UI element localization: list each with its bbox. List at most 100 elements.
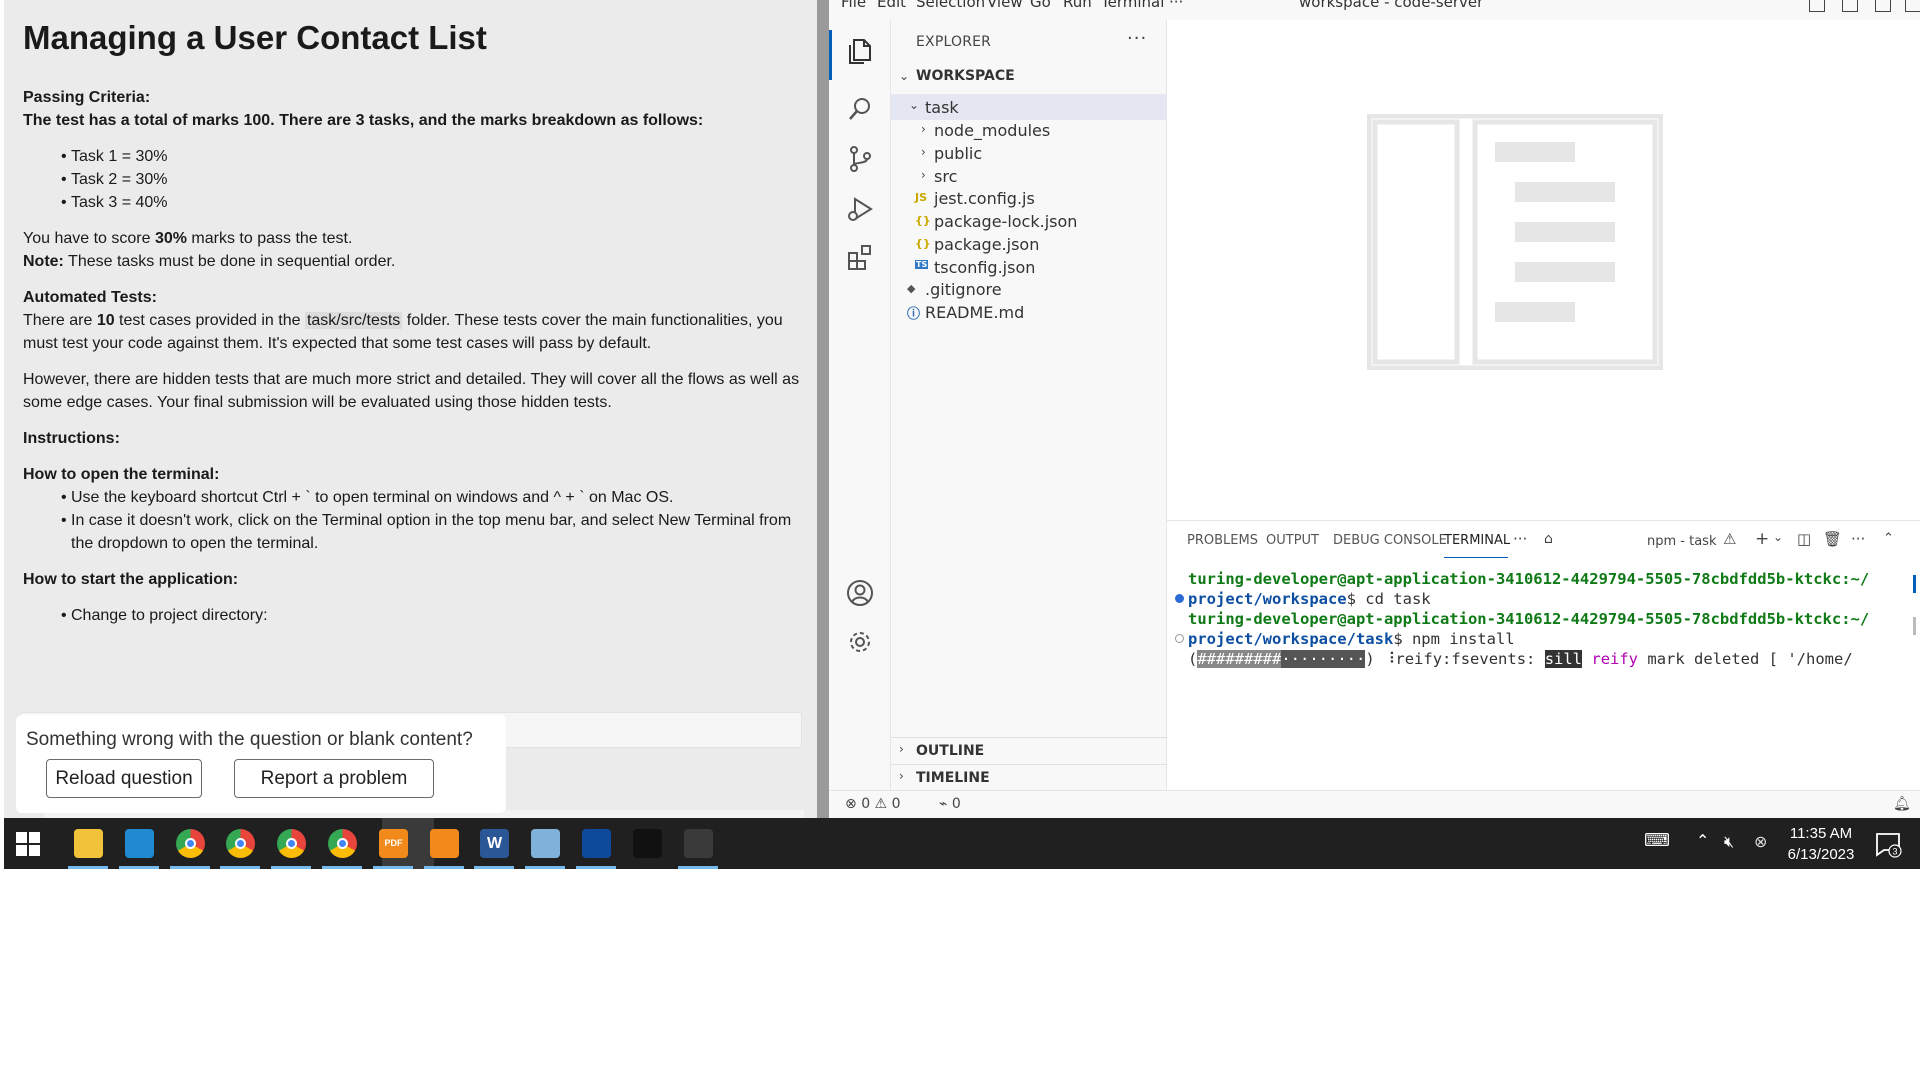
vscode-taskbar-icon[interactable] (115, 818, 163, 869)
menu-go[interactable]: Go (1030, 0, 1051, 11)
new-terminal-icon[interactable]: + (1755, 529, 1769, 549)
maximize-panel-icon[interactable]: ⌃ (1883, 531, 1894, 546)
tree-item-label: jest.config.js (934, 189, 1035, 208)
report-problem-button[interactable]: Report a problem (234, 759, 434, 798)
scroll-marker (1913, 575, 1916, 593)
file-explorer-icon (74, 829, 103, 858)
tree-item-label: node_modules (934, 121, 1051, 140)
activity-bar (829, 20, 891, 790)
chrome-taskbar-icon[interactable] (267, 818, 315, 869)
run-debug-icon[interactable] (845, 194, 875, 224)
tab-terminal[interactable]: TERMINAL (1444, 533, 1510, 548)
tree-item-readme[interactable]: ⓘ README.md (891, 299, 1167, 325)
chrome-taskbar-icon[interactable] (216, 818, 264, 869)
windows-start-icon[interactable] (16, 832, 40, 856)
outline-section-header[interactable]: › OUTLINE (891, 737, 1167, 763)
menu-edit[interactable]: Edit (877, 0, 906, 11)
menu-file[interactable]: File (841, 0, 866, 11)
tree-item-label: README.md (925, 303, 1025, 322)
tab-problems[interactable]: PROBLEMS (1187, 533, 1258, 548)
terminal-line: (#########·········) ⠸reify:fsevents: si… (1188, 650, 1853, 668)
chrome-taskbar-icon[interactable] (166, 818, 214, 869)
workspace-section-header[interactable]: ⌄ WORKSPACE (891, 66, 1167, 88)
pass-score-text: You have to score 30% marks to pass the … (23, 230, 353, 247)
tab-debug-console[interactable]: DEBUG CONSOLE (1333, 533, 1447, 548)
tree-item-label: src (934, 167, 958, 186)
chevron-up-icon[interactable]: ⌃ (1696, 831, 1709, 850)
word-icon: W (480, 829, 509, 858)
calculator-taskbar-icon[interactable] (674, 818, 722, 869)
terminal-taskbar-icon[interactable] (623, 818, 671, 869)
account-icon[interactable] (845, 578, 875, 608)
notification-count: 3 (1892, 847, 1897, 857)
screen: Managing a User Contact List Passing Cri… (4, 0, 1920, 869)
system-clock[interactable]: 11:35 AM 6/13/2023 (1776, 823, 1866, 865)
notepad-icon (531, 829, 560, 858)
problems-status[interactable]: ⊗ 0 ⚠ 0 (845, 796, 900, 812)
list-item: Change to project directory: (61, 604, 803, 627)
more-actions-icon[interactable]: ··· (1513, 530, 1527, 548)
search-tool-taskbar-icon[interactable] (420, 818, 468, 869)
bell-icon[interactable]: 🔔︎ (1893, 796, 1911, 812)
kill-terminal-icon[interactable]: 🗑 (1823, 530, 1842, 548)
menu-terminal[interactable]: Terminal (1101, 0, 1164, 11)
word-taskbar-icon[interactable]: W (470, 818, 518, 869)
chevron-right-icon: › (921, 122, 926, 136)
notepad-taskbar-icon[interactable] (521, 818, 569, 869)
timeline-section-header[interactable]: › TIMELINE (891, 764, 1167, 790)
more-actions-icon[interactable]: ··· (1851, 530, 1865, 548)
file-explorer-taskbar-icon[interactable] (64, 818, 112, 869)
chrome-icon (277, 829, 306, 858)
network-error-icon[interactable]: ⊗ (1754, 832, 1767, 851)
chrome-icon (176, 829, 205, 858)
menu-view[interactable]: View (987, 0, 1023, 11)
list-item: Task 1 = 30% (61, 145, 803, 168)
tree-item-label: task (925, 98, 959, 117)
split-terminal-icon[interactable]: ◫ (1797, 530, 1811, 548)
calculator-icon (684, 829, 713, 858)
extensions-icon[interactable] (845, 242, 875, 272)
volume-muted-icon[interactable]: 🔇︎ (1724, 832, 1734, 852)
settings-gear-icon[interactable] (845, 627, 875, 657)
menu-selection[interactable]: Selection (916, 0, 985, 11)
tree-item-label: package.json (934, 235, 1040, 254)
task-marks-list: Task 1 = 30% Task 2 = 30% Task 3 = 40% (61, 145, 803, 214)
running-indicator (119, 866, 159, 869)
more-actions-icon[interactable]: ··· (1127, 28, 1147, 49)
split-divider[interactable] (817, 0, 829, 818)
search-tool-icon (430, 829, 459, 858)
command-success-icon (1175, 594, 1184, 603)
terminal-output[interactable]: turing-developer@apt-application-3410612… (1167, 569, 1920, 769)
editor-area[interactable] (1167, 20, 1920, 520)
tab-output[interactable]: OUTPUT (1266, 533, 1319, 548)
teamviewer-taskbar-icon[interactable] (572, 818, 620, 869)
search-icon[interactable] (845, 94, 875, 124)
chevron-right-icon: › (921, 168, 926, 182)
passing-criteria-heading: Passing Criteria: (23, 89, 151, 106)
running-indicator (322, 866, 362, 869)
keyboard-icon[interactable]: ⌨ (1644, 830, 1670, 851)
chevron-right-icon: › (899, 769, 904, 783)
note-text: Note: These tasks must be done in sequen… (23, 253, 396, 270)
ports-status[interactable]: ⌁ 0 (939, 796, 961, 812)
running-indicator (220, 866, 260, 869)
toggle-sidebar-icon[interactable] (1809, 0, 1825, 12)
source-control-icon[interactable] (845, 144, 875, 174)
vscode-watermark-logo (1367, 114, 1663, 370)
pdf-taskbar-icon[interactable]: PDF (369, 818, 417, 869)
menu-more[interactable]: ··· (1169, 0, 1183, 11)
chrome-active-taskbar-icon[interactable] (318, 818, 366, 869)
menu-run[interactable]: Run (1063, 0, 1092, 11)
warning-icon: ⚠ (1723, 530, 1737, 548)
tree-item-label: package-lock.json (934, 212, 1078, 231)
terminal-line: turing-developer@apt-application-3410612… (1188, 610, 1870, 628)
toggle-panel-icon[interactable] (1842, 0, 1858, 12)
customize-layout-icon[interactable] (1905, 0, 1920, 12)
reload-question-button[interactable]: Reload question (46, 759, 202, 798)
toggle-secondary-sidebar-icon[interactable] (1875, 0, 1891, 12)
terminal-instance-name[interactable]: npm - task (1647, 534, 1716, 549)
notification-icon[interactable]: 3 (1874, 830, 1902, 858)
chevron-down-icon[interactable]: ⌄ (1773, 530, 1783, 544)
running-indicator (68, 866, 108, 869)
explorer-icon[interactable] (845, 36, 875, 66)
